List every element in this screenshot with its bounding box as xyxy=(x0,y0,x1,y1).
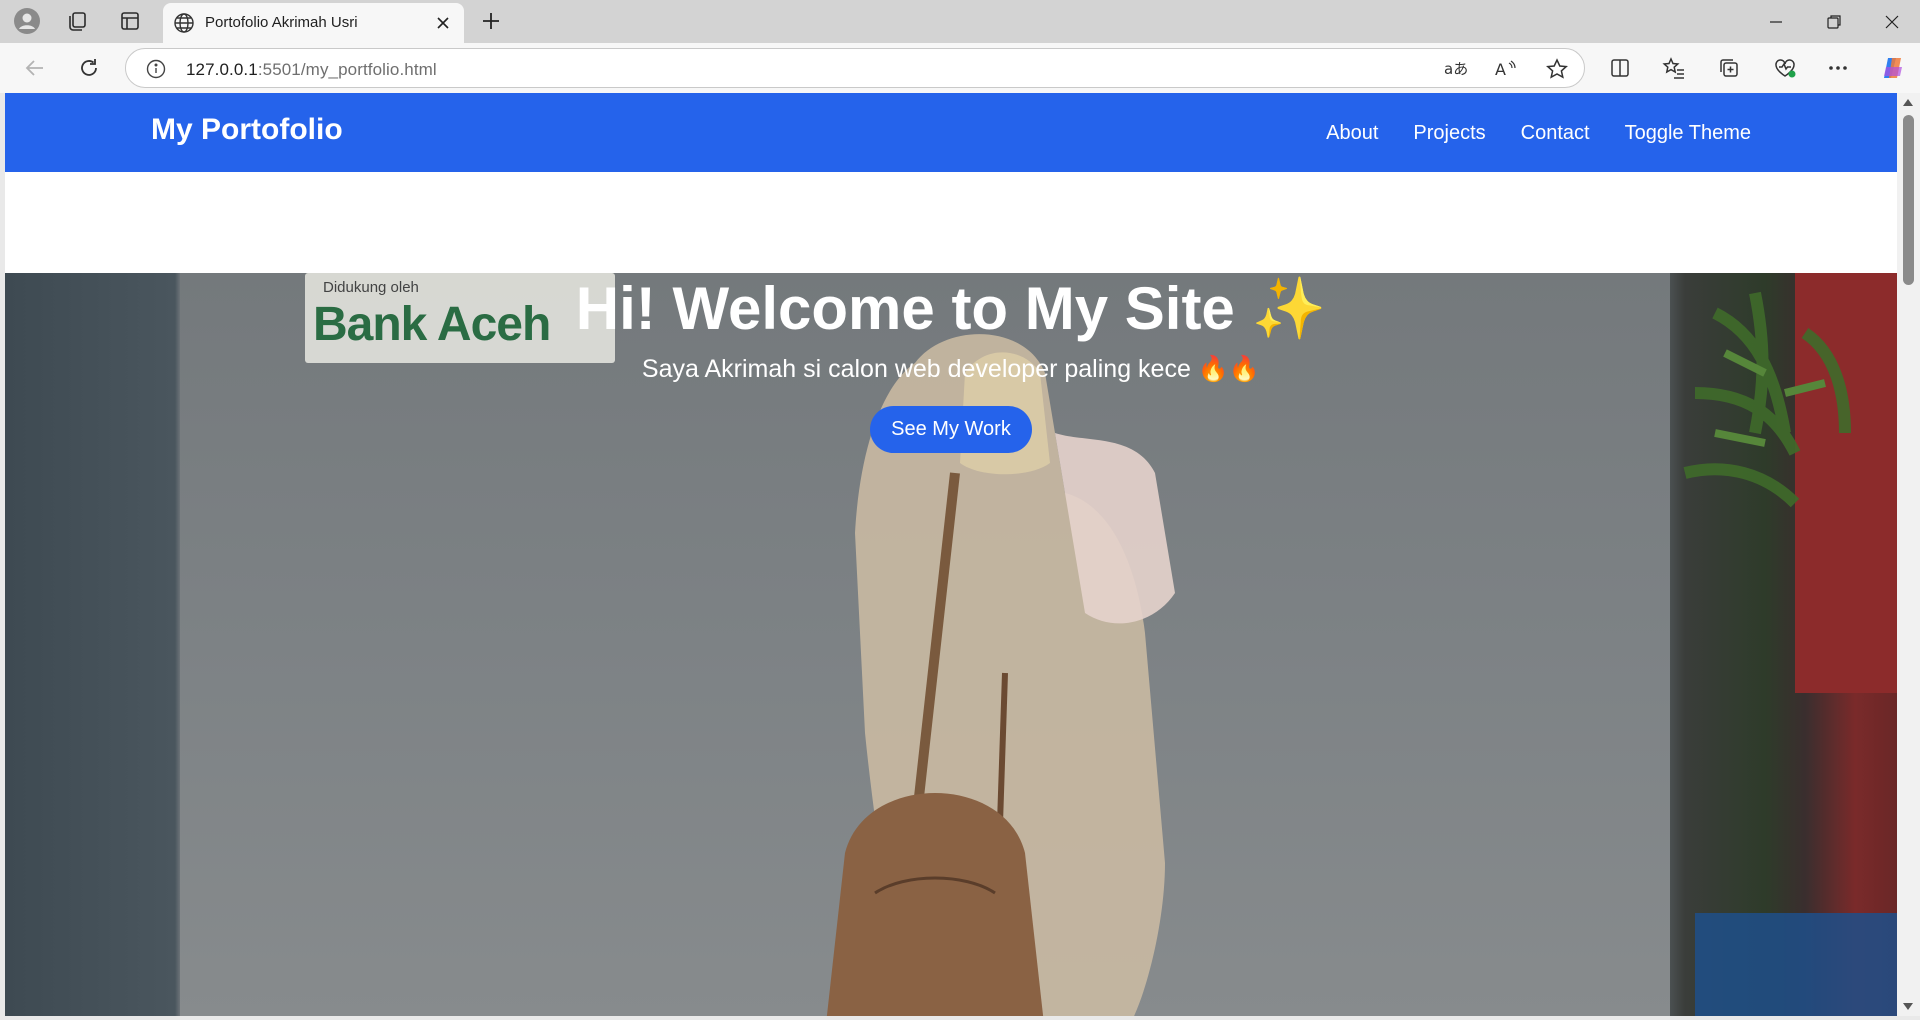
see-my-work-button[interactable]: See My Work xyxy=(870,406,1032,453)
url-text: 127.0.0.1:5501/my_portfolio.html xyxy=(186,60,437,80)
url-path: :5501/my_portfolio.html xyxy=(257,60,437,79)
new-tab-icon[interactable] xyxy=(475,6,507,36)
tab-actions-icon[interactable] xyxy=(115,6,145,36)
more-icon[interactable] xyxy=(1821,52,1855,84)
workspaces-icon[interactable] xyxy=(62,6,92,36)
page-scrollbar[interactable] xyxy=(1897,93,1920,1016)
tab-title: Portofolio Akrimah Usri xyxy=(205,14,358,31)
address-field[interactable]: 127.0.0.1:5501/my_portfolio.html aあ A xyxy=(125,48,1585,88)
collections-icon[interactable] xyxy=(1712,52,1746,84)
page-viewport: My Portofolio About Projects Contact Tog… xyxy=(5,93,1897,1016)
hero-content: Hi! Welcome to My Site ✨ Saya Akrimah si… xyxy=(5,273,1897,453)
scroll-up-arrow-icon[interactable] xyxy=(1903,99,1913,106)
favorite-star-icon[interactable] xyxy=(1543,56,1571,82)
translate-icon[interactable]: aあ xyxy=(1442,56,1470,82)
back-icon[interactable] xyxy=(18,52,52,84)
nav-link-contact[interactable]: Contact xyxy=(1521,122,1590,145)
refresh-icon[interactable] xyxy=(72,52,106,84)
nav-link-toggle-theme[interactable]: Toggle Theme xyxy=(1625,122,1751,145)
window-close-icon[interactable] xyxy=(1864,0,1920,43)
profile-icon[interactable] xyxy=(12,6,42,36)
restore-icon[interactable] xyxy=(1806,0,1862,43)
favorites-icon[interactable] xyxy=(1657,52,1691,84)
hero-section: Didukung oleh Bank Aceh Hi! Welcome to M… xyxy=(5,273,1897,1016)
hero-subtitle: Saya Akrimah si calon web developer pali… xyxy=(641,355,1261,383)
nav-links: About Projects Contact Toggle Theme xyxy=(1326,122,1751,145)
close-icon[interactable] xyxy=(430,10,456,36)
browser-essentials-icon[interactable] xyxy=(1768,52,1802,84)
site-navbar: My Portofolio About Projects Contact Tog… xyxy=(5,93,1897,172)
address-toolbar: 127.0.0.1:5501/my_portfolio.html aあ A xyxy=(0,43,1920,93)
split-screen-icon[interactable] xyxy=(1603,52,1637,84)
svg-text:A: A xyxy=(1495,60,1506,79)
url-host: 127.0.0.1 xyxy=(186,60,258,79)
hero-title: Hi! Welcome to My Site ✨ xyxy=(575,275,1327,342)
globe-icon xyxy=(173,12,195,34)
scroll-down-arrow-icon[interactable] xyxy=(1903,1003,1913,1010)
nav-link-about[interactable]: About xyxy=(1326,122,1378,145)
tab-bar: Portofolio Akrimah Usri xyxy=(0,0,1920,43)
scroll-thumb[interactable] xyxy=(1903,115,1914,285)
read-aloud-icon[interactable]: A xyxy=(1492,56,1520,82)
site-brand[interactable]: My Portofolio xyxy=(151,113,343,147)
blue-railing xyxy=(1695,913,1897,1016)
minimize-icon[interactable] xyxy=(1748,0,1804,43)
info-icon[interactable] xyxy=(146,59,166,79)
nav-link-projects[interactable]: Projects xyxy=(1413,122,1485,145)
copilot-icon[interactable] xyxy=(1876,52,1910,84)
svg-text:aあ: aあ xyxy=(1444,60,1468,78)
active-tab[interactable]: Portofolio Akrimah Usri xyxy=(163,3,464,43)
